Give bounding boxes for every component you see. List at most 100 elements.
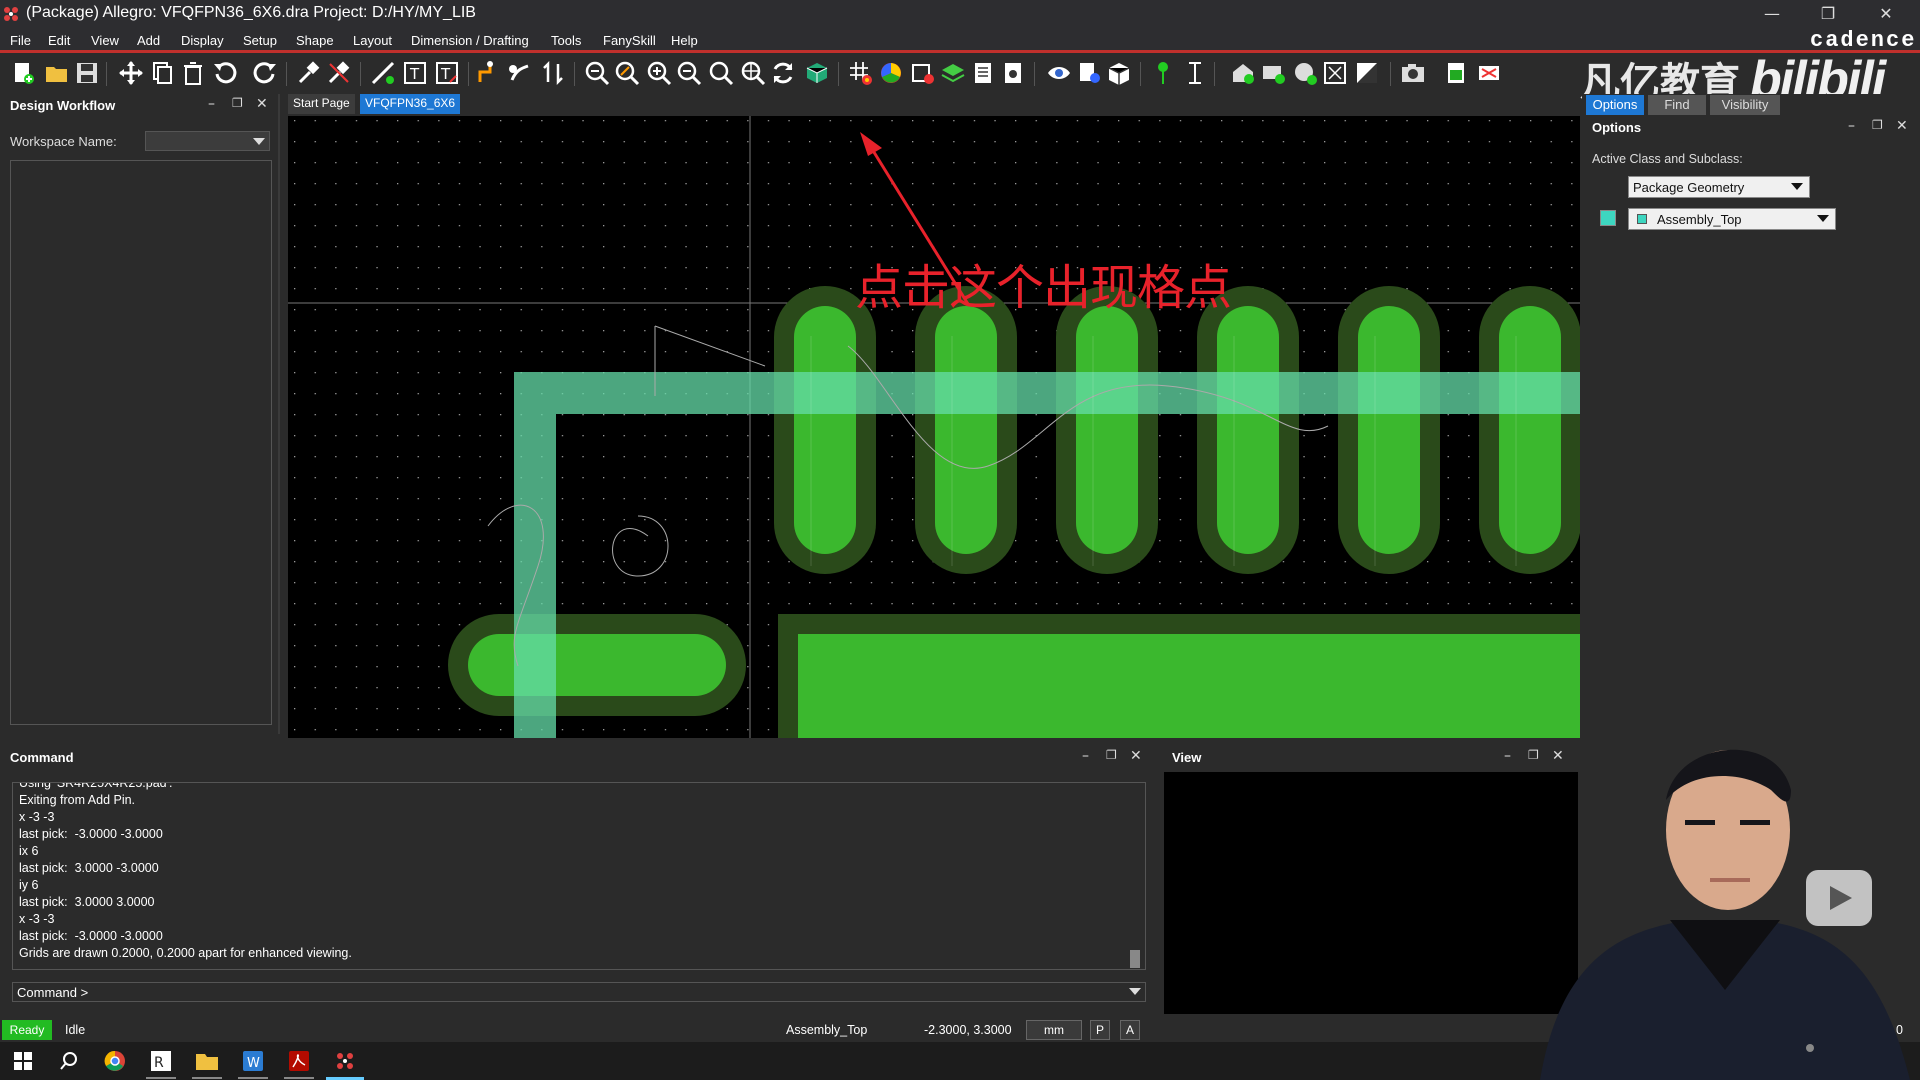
- menu-fanyskill[interactable]: FanySkill: [603, 33, 656, 48]
- acrobat-icon[interactable]: [282, 1046, 316, 1076]
- layers-icon[interactable]: [940, 60, 966, 86]
- file-explorer-icon[interactable]: [190, 1046, 224, 1076]
- menu-setup[interactable]: Setup: [243, 33, 277, 48]
- a-box[interactable]: A: [1120, 1020, 1140, 1040]
- panel-close-icon[interactable]: ✕: [1896, 118, 1908, 134]
- swap-icon[interactable]: [540, 60, 566, 86]
- save-icon[interactable]: [74, 60, 100, 86]
- menu-tools[interactable]: Tools: [551, 33, 581, 48]
- log-line: Exiting from Add Pin.: [19, 793, 136, 807]
- command-prompt: Command >: [17, 985, 89, 1000]
- panel-close-icon[interactable]: ✕: [256, 96, 268, 112]
- zoom-world-icon[interactable]: [740, 60, 766, 86]
- log-line: x -3 -3: [19, 810, 55, 824]
- command-log: Using 'SR4R25X4R25.pad'. Exiting from Ad…: [12, 782, 1146, 970]
- menu-file[interactable]: File: [10, 33, 31, 48]
- search-icon[interactable]: [52, 1046, 86, 1076]
- color-icon[interactable]: [878, 60, 904, 86]
- property-icon[interactable]: [1076, 60, 1102, 86]
- panel-minimize-icon[interactable]: –: [1848, 118, 1855, 134]
- panel-float-icon[interactable]: ❐: [1872, 118, 1883, 132]
- workspace-select[interactable]: [145, 131, 270, 151]
- design-workflow-panel: Design Workflow – ❐ ✕ Workspace Name:: [0, 94, 280, 734]
- menu-view[interactable]: View: [91, 33, 119, 48]
- panel-minimize-icon[interactable]: –: [208, 96, 215, 112]
- menu-dimension-drafting[interactable]: Dimension / Drafting: [411, 33, 529, 48]
- menu-add[interactable]: Add: [137, 33, 160, 48]
- zoom-window-icon[interactable]: [614, 60, 640, 86]
- shadow-mode-icon[interactable]: [910, 60, 936, 86]
- annotation-text: 点击这个出现格点: [855, 260, 1232, 316]
- shape-select-icon[interactable]: [1322, 60, 1348, 86]
- zoom-out-icon[interactable]: [676, 60, 702, 86]
- skill-icon[interactable]: [1476, 60, 1502, 86]
- unpin-icon[interactable]: [326, 60, 352, 86]
- menu-display[interactable]: Display: [181, 33, 224, 48]
- move-icon[interactable]: [118, 60, 144, 86]
- tab-visibility[interactable]: Visibility: [1710, 95, 1780, 115]
- grid-toggle-icon[interactable]: [848, 60, 874, 86]
- report-icon[interactable]: [970, 60, 996, 86]
- copy-icon[interactable]: [149, 60, 175, 86]
- log-scrollbar[interactable]: [1130, 950, 1140, 968]
- panel-float-icon[interactable]: ❐: [232, 96, 243, 110]
- settings-file-icon[interactable]: [1000, 60, 1026, 86]
- subclass-select[interactable]: Assembly_Top: [1628, 208, 1836, 230]
- shape-add-icon[interactable]: [1230, 60, 1256, 86]
- subclass-color-swatch[interactable]: [1600, 210, 1616, 226]
- route-connect-icon[interactable]: [476, 60, 502, 86]
- panel-minimize-icon[interactable]: –: [1082, 748, 1089, 764]
- menu-layout[interactable]: Layout: [353, 33, 392, 48]
- new-file-icon[interactable]: [10, 60, 36, 86]
- visibility-eye-icon[interactable]: [1046, 60, 1072, 86]
- menu-help[interactable]: Help: [671, 33, 698, 48]
- command-input[interactable]: Command >: [12, 982, 1146, 1002]
- tab-options[interactable]: Options: [1586, 95, 1644, 115]
- zoom-fit-icon[interactable]: [584, 60, 610, 86]
- restore-button[interactable]: ❐: [1800, 0, 1856, 28]
- panel-close-icon[interactable]: ✕: [1130, 748, 1142, 764]
- units-box[interactable]: mm: [1026, 1020, 1082, 1040]
- class-select[interactable]: Package Geometry: [1628, 176, 1810, 198]
- svg-text:T: T: [409, 65, 420, 83]
- redraw-icon[interactable]: [770, 60, 796, 86]
- tab-start-page[interactable]: Start Page: [288, 94, 355, 114]
- zoom-previous-icon[interactable]: [708, 60, 734, 86]
- windows-start-icon[interactable]: [6, 1046, 40, 1076]
- typora-icon[interactable]: R: [144, 1046, 178, 1076]
- presenter-figure: [1540, 749, 1910, 1080]
- log-line: ix 6: [19, 844, 39, 858]
- zoom-in-icon[interactable]: [646, 60, 672, 86]
- shape-circle-icon[interactable]: [1292, 60, 1318, 86]
- undo-icon[interactable]: [212, 60, 238, 86]
- add-text-icon[interactable]: T: [402, 60, 428, 86]
- shape-rect-icon[interactable]: [1260, 60, 1286, 86]
- 3d-view-icon[interactable]: [804, 60, 830, 86]
- export-icon[interactable]: [1444, 60, 1470, 86]
- redo-icon[interactable]: [252, 60, 278, 86]
- panel-float-icon[interactable]: ❐: [1106, 748, 1117, 762]
- edit-text-icon[interactable]: T: [434, 60, 460, 86]
- open-folder-icon[interactable]: [44, 60, 70, 86]
- add-line-icon[interactable]: [370, 60, 396, 86]
- place-pin-icon[interactable]: [1150, 60, 1176, 86]
- close-button[interactable]: ✕: [1858, 0, 1914, 28]
- package-icon[interactable]: [1106, 60, 1132, 86]
- allegro-taskbar-icon[interactable]: [328, 1046, 362, 1076]
- delete-icon[interactable]: [180, 60, 206, 86]
- tab-find[interactable]: Find: [1648, 95, 1706, 115]
- word-icon[interactable]: W: [236, 1046, 270, 1076]
- pcb-drawing[interactable]: [288, 116, 1580, 738]
- menu-edit[interactable]: Edit: [48, 33, 70, 48]
- tab-vfqfpn36[interactable]: VFQFPN36_6X6: [360, 94, 461, 114]
- shape-void-icon[interactable]: [1354, 60, 1380, 86]
- menu-shape[interactable]: Shape: [296, 33, 334, 48]
- minimize-button[interactable]: —: [1744, 0, 1800, 28]
- measure-icon[interactable]: [1182, 60, 1208, 86]
- pin-icon[interactable]: [296, 60, 322, 86]
- design-canvas[interactable]: [288, 116, 1580, 738]
- slide-icon[interactable]: [506, 60, 532, 86]
- chrome-icon[interactable]: [98, 1046, 132, 1076]
- p-box[interactable]: P: [1090, 1020, 1110, 1040]
- camera-icon[interactable]: [1400, 60, 1426, 86]
